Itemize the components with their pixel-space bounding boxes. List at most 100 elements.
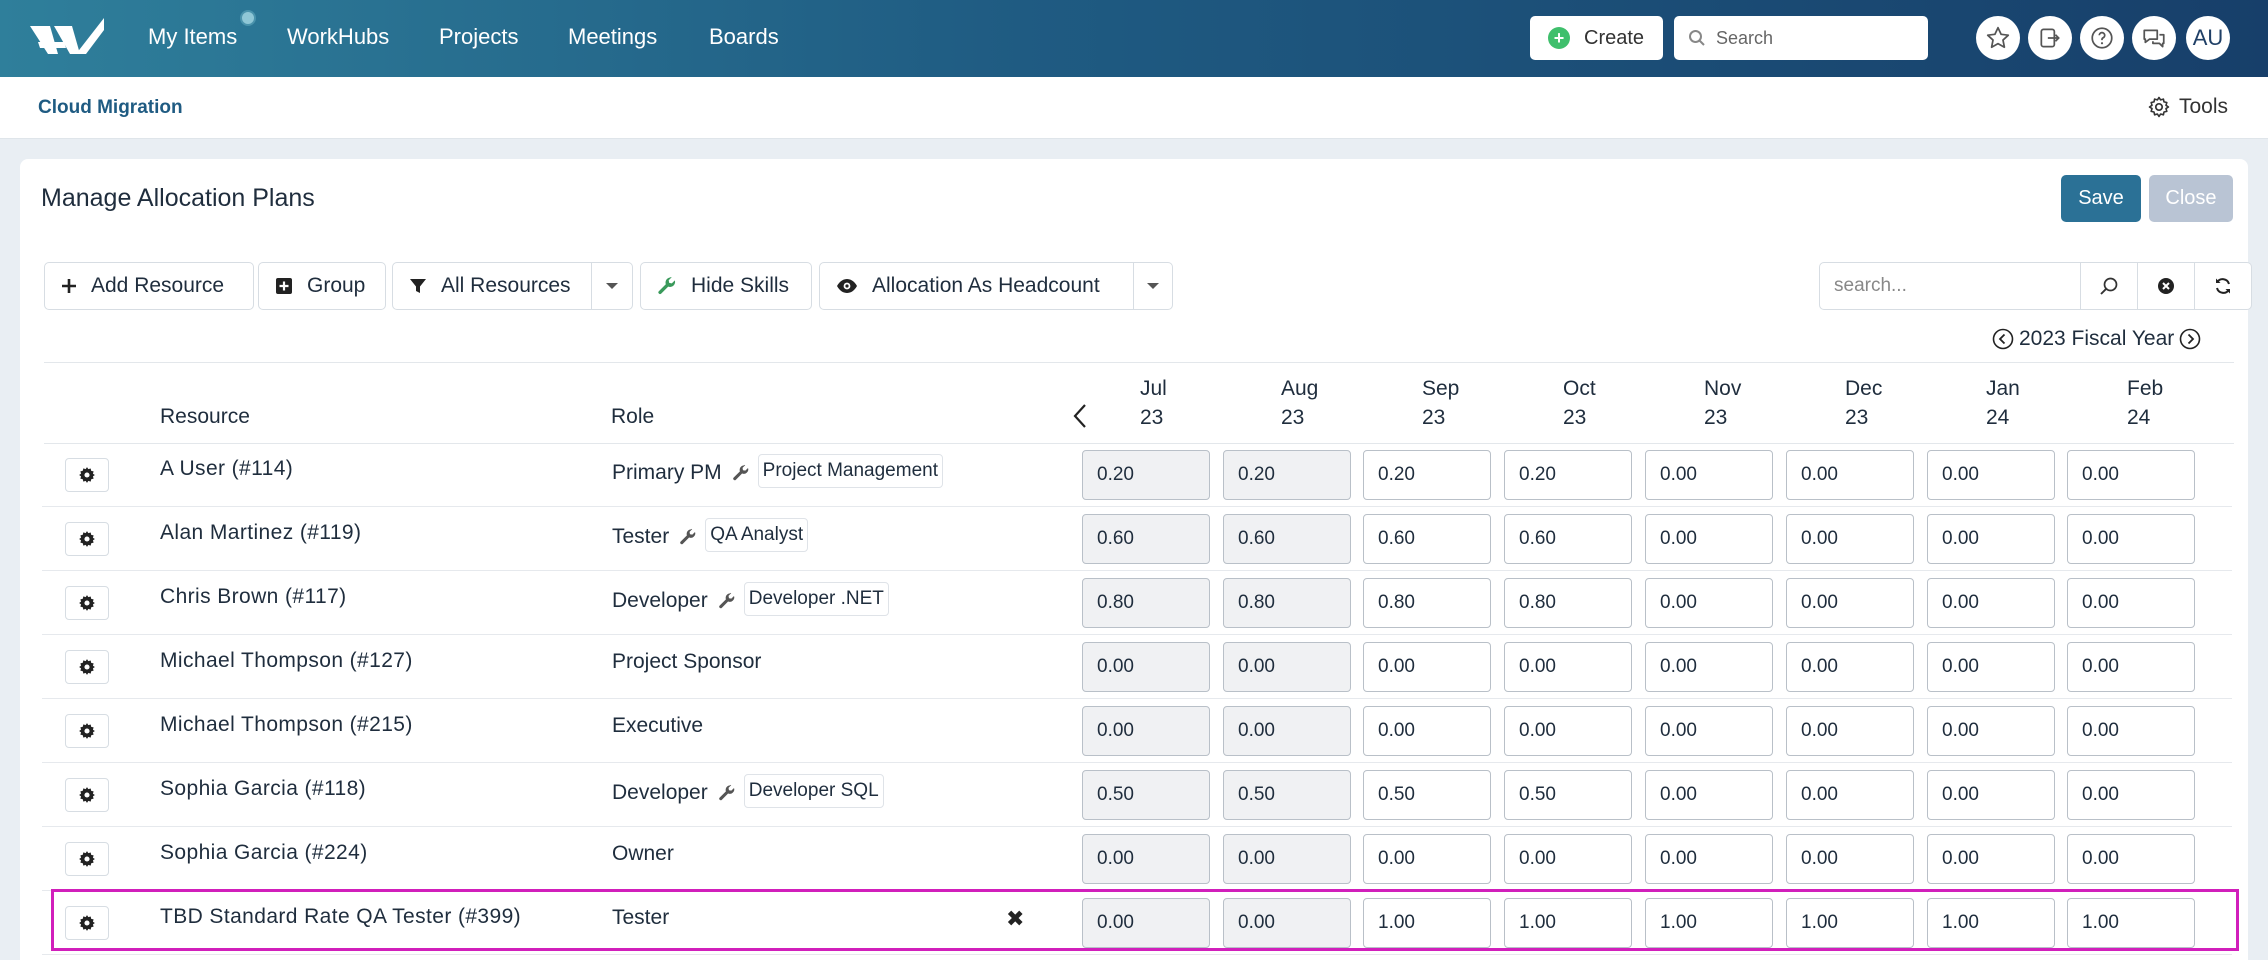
allocation-input[interactable]: 0.00 bbox=[1645, 642, 1773, 692]
allocation-input[interactable]: 0.20 bbox=[1363, 450, 1491, 500]
allocation-input[interactable]: 0.00 bbox=[2067, 706, 2195, 756]
row-settings-button[interactable] bbox=[65, 842, 109, 876]
allocation-input[interactable]: 0.50 bbox=[1504, 770, 1632, 820]
resource-name[interactable]: A User (#114) bbox=[160, 457, 293, 481]
allocation-input[interactable]: 0.00 bbox=[2067, 450, 2195, 500]
allocation-input[interactable]: 0.00 bbox=[1927, 706, 2055, 756]
allocation-input[interactable]: 1.00 bbox=[1645, 898, 1773, 948]
allocation-input[interactable]: 0.00 bbox=[1645, 706, 1773, 756]
remove-row-icon[interactable]: ✖ bbox=[1006, 906, 1024, 932]
allocation-input[interactable]: 0.00 bbox=[1504, 706, 1632, 756]
allocation-input[interactable]: 0.00 bbox=[1927, 578, 2055, 628]
global-search[interactable] bbox=[1674, 16, 1928, 60]
allocation-input[interactable]: 0.00 bbox=[1786, 514, 1914, 564]
allocation-input[interactable]: 0.00 bbox=[1363, 706, 1491, 756]
allocation-input[interactable]: 1.00 bbox=[1504, 898, 1632, 948]
allocation-input[interactable]: 0.00 bbox=[1786, 642, 1914, 692]
allocation-input[interactable]: 0.00 bbox=[1504, 642, 1632, 692]
allocation-input[interactable]: 0.00 bbox=[1786, 450, 1914, 500]
allocation-input[interactable]: 0.00 bbox=[2067, 578, 2195, 628]
allocation-input[interactable]: 0.00 bbox=[1645, 834, 1773, 884]
allocation-input[interactable]: 0.00 bbox=[2067, 770, 2195, 820]
nav-meetings[interactable]: Meetings bbox=[568, 24, 657, 50]
resource-name[interactable]: Michael Thompson (#127) bbox=[160, 649, 413, 673]
app-logo-icon[interactable] bbox=[28, 16, 106, 61]
column-header-resource[interactable]: Resource bbox=[160, 405, 250, 429]
row-settings-button[interactable] bbox=[65, 586, 109, 620]
tools-button[interactable]: Tools bbox=[2147, 95, 2228, 119]
user-avatar[interactable]: AU bbox=[2186, 16, 2230, 60]
allocation-input[interactable]: 0.00 bbox=[1927, 770, 2055, 820]
allocation-input[interactable]: 0.00 bbox=[1645, 514, 1773, 564]
resource-name[interactable]: Michael Thompson (#215) bbox=[160, 713, 413, 737]
allocation-input[interactable]: 0.00 bbox=[2067, 642, 2195, 692]
row-settings-button[interactable] bbox=[65, 522, 109, 556]
grid-search-button[interactable] bbox=[2081, 262, 2138, 310]
add-resource-button[interactable]: Add Resource bbox=[44, 262, 254, 310]
nav-projects[interactable]: Projects bbox=[439, 24, 518, 50]
help-button[interactable] bbox=[2080, 16, 2124, 60]
allocation-input[interactable]: 0.00 bbox=[1645, 450, 1773, 500]
allocation-input[interactable]: 1.00 bbox=[2067, 898, 2195, 948]
clear-search-button[interactable] bbox=[2138, 262, 2195, 310]
allocation-input[interactable]: 0.50 bbox=[1363, 770, 1491, 820]
allocation-input[interactable]: 0.00 bbox=[1645, 578, 1773, 628]
allocation-input[interactable]: 0.00 bbox=[1645, 770, 1773, 820]
row-settings-button[interactable] bbox=[65, 778, 109, 812]
grid-search-input[interactable] bbox=[1820, 263, 2080, 309]
resource-name[interactable]: Chris Brown (#117) bbox=[160, 585, 347, 609]
create-button[interactable]: + Create bbox=[1530, 16, 1663, 60]
allocation-input[interactable]: 0.00 bbox=[1927, 642, 2055, 692]
breadcrumb[interactable]: Cloud Migration bbox=[38, 97, 183, 119]
allocation-input[interactable]: 0.00 bbox=[1927, 834, 2055, 884]
row-settings-button[interactable] bbox=[65, 458, 109, 492]
nav-boards[interactable]: Boards bbox=[709, 24, 779, 50]
resource-name[interactable]: TBD Standard Rate QA Tester (#399) bbox=[160, 905, 521, 929]
resource-name[interactable]: Sophia Garcia (#224) bbox=[160, 841, 368, 865]
allocation-input[interactable]: 0.00 bbox=[1786, 706, 1914, 756]
allocation-input[interactable]: 0.00 bbox=[1927, 514, 2055, 564]
allocation-input[interactable]: 0.00 bbox=[1363, 642, 1491, 692]
chevron-left-circle-icon[interactable] bbox=[1992, 328, 2014, 350]
hide-skills-button[interactable]: Hide Skills bbox=[640, 262, 812, 310]
allocation-input[interactable]: 0.60 bbox=[1363, 514, 1491, 564]
favorites-button[interactable] bbox=[1976, 16, 2020, 60]
allocation-input[interactable]: 0.00 bbox=[1363, 834, 1491, 884]
nav-workhubs[interactable]: WorkHubs bbox=[287, 24, 389, 50]
allocation-input[interactable]: 0.60 bbox=[1504, 514, 1632, 564]
chat-button[interactable] bbox=[2132, 16, 2176, 60]
resource-filter-button[interactable]: All Resources bbox=[392, 262, 592, 310]
resource-name[interactable]: Alan Martinez (#119) bbox=[160, 521, 361, 545]
allocation-input[interactable]: 0.00 bbox=[1786, 578, 1914, 628]
resource-name[interactable]: Sophia Garcia (#118) bbox=[160, 777, 366, 801]
allocation-input[interactable]: 0.00 bbox=[1927, 450, 2055, 500]
row-settings-button[interactable] bbox=[65, 906, 109, 940]
refresh-button[interactable] bbox=[2195, 262, 2252, 310]
nav-my-items[interactable]: My Items bbox=[148, 24, 237, 50]
column-header-role[interactable]: Role bbox=[611, 405, 654, 429]
exit-button[interactable] bbox=[2028, 16, 2072, 60]
allocation-input[interactable]: 0.80 bbox=[1363, 578, 1491, 628]
allocation-input[interactable]: 0.20 bbox=[1504, 450, 1632, 500]
allocation-input[interactable]: 0.00 bbox=[2067, 834, 2195, 884]
grid-search-field[interactable] bbox=[1819, 262, 2081, 310]
allocation-input[interactable]: 1.00 bbox=[1786, 898, 1914, 948]
row-settings-button[interactable] bbox=[65, 714, 109, 748]
row-settings-button[interactable] bbox=[65, 650, 109, 684]
allocation-input[interactable]: 1.00 bbox=[1363, 898, 1491, 948]
allocation-mode-dropdown[interactable] bbox=[1133, 262, 1173, 310]
allocation-mode-button[interactable]: Allocation As Headcount bbox=[819, 262, 1134, 310]
close-button[interactable]: Close bbox=[2149, 175, 2233, 222]
resource-filter-dropdown[interactable] bbox=[591, 262, 633, 310]
allocation-input[interactable]: 0.00 bbox=[1504, 834, 1632, 884]
allocation-input[interactable]: 0.00 bbox=[1786, 834, 1914, 884]
allocation-input[interactable]: 1.00 bbox=[1927, 898, 2055, 948]
allocation-input[interactable]: 0.00 bbox=[2067, 514, 2195, 564]
allocation-input[interactable]: 0.00 bbox=[1786, 770, 1914, 820]
save-button[interactable]: Save bbox=[2061, 175, 2141, 222]
allocation-input[interactable]: 0.80 bbox=[1504, 578, 1632, 628]
global-search-input[interactable] bbox=[1716, 27, 1906, 49]
chevron-left-icon[interactable] bbox=[1072, 403, 1088, 429]
group-button[interactable]: Group bbox=[258, 262, 386, 310]
chevron-right-circle-icon[interactable] bbox=[2179, 328, 2201, 350]
